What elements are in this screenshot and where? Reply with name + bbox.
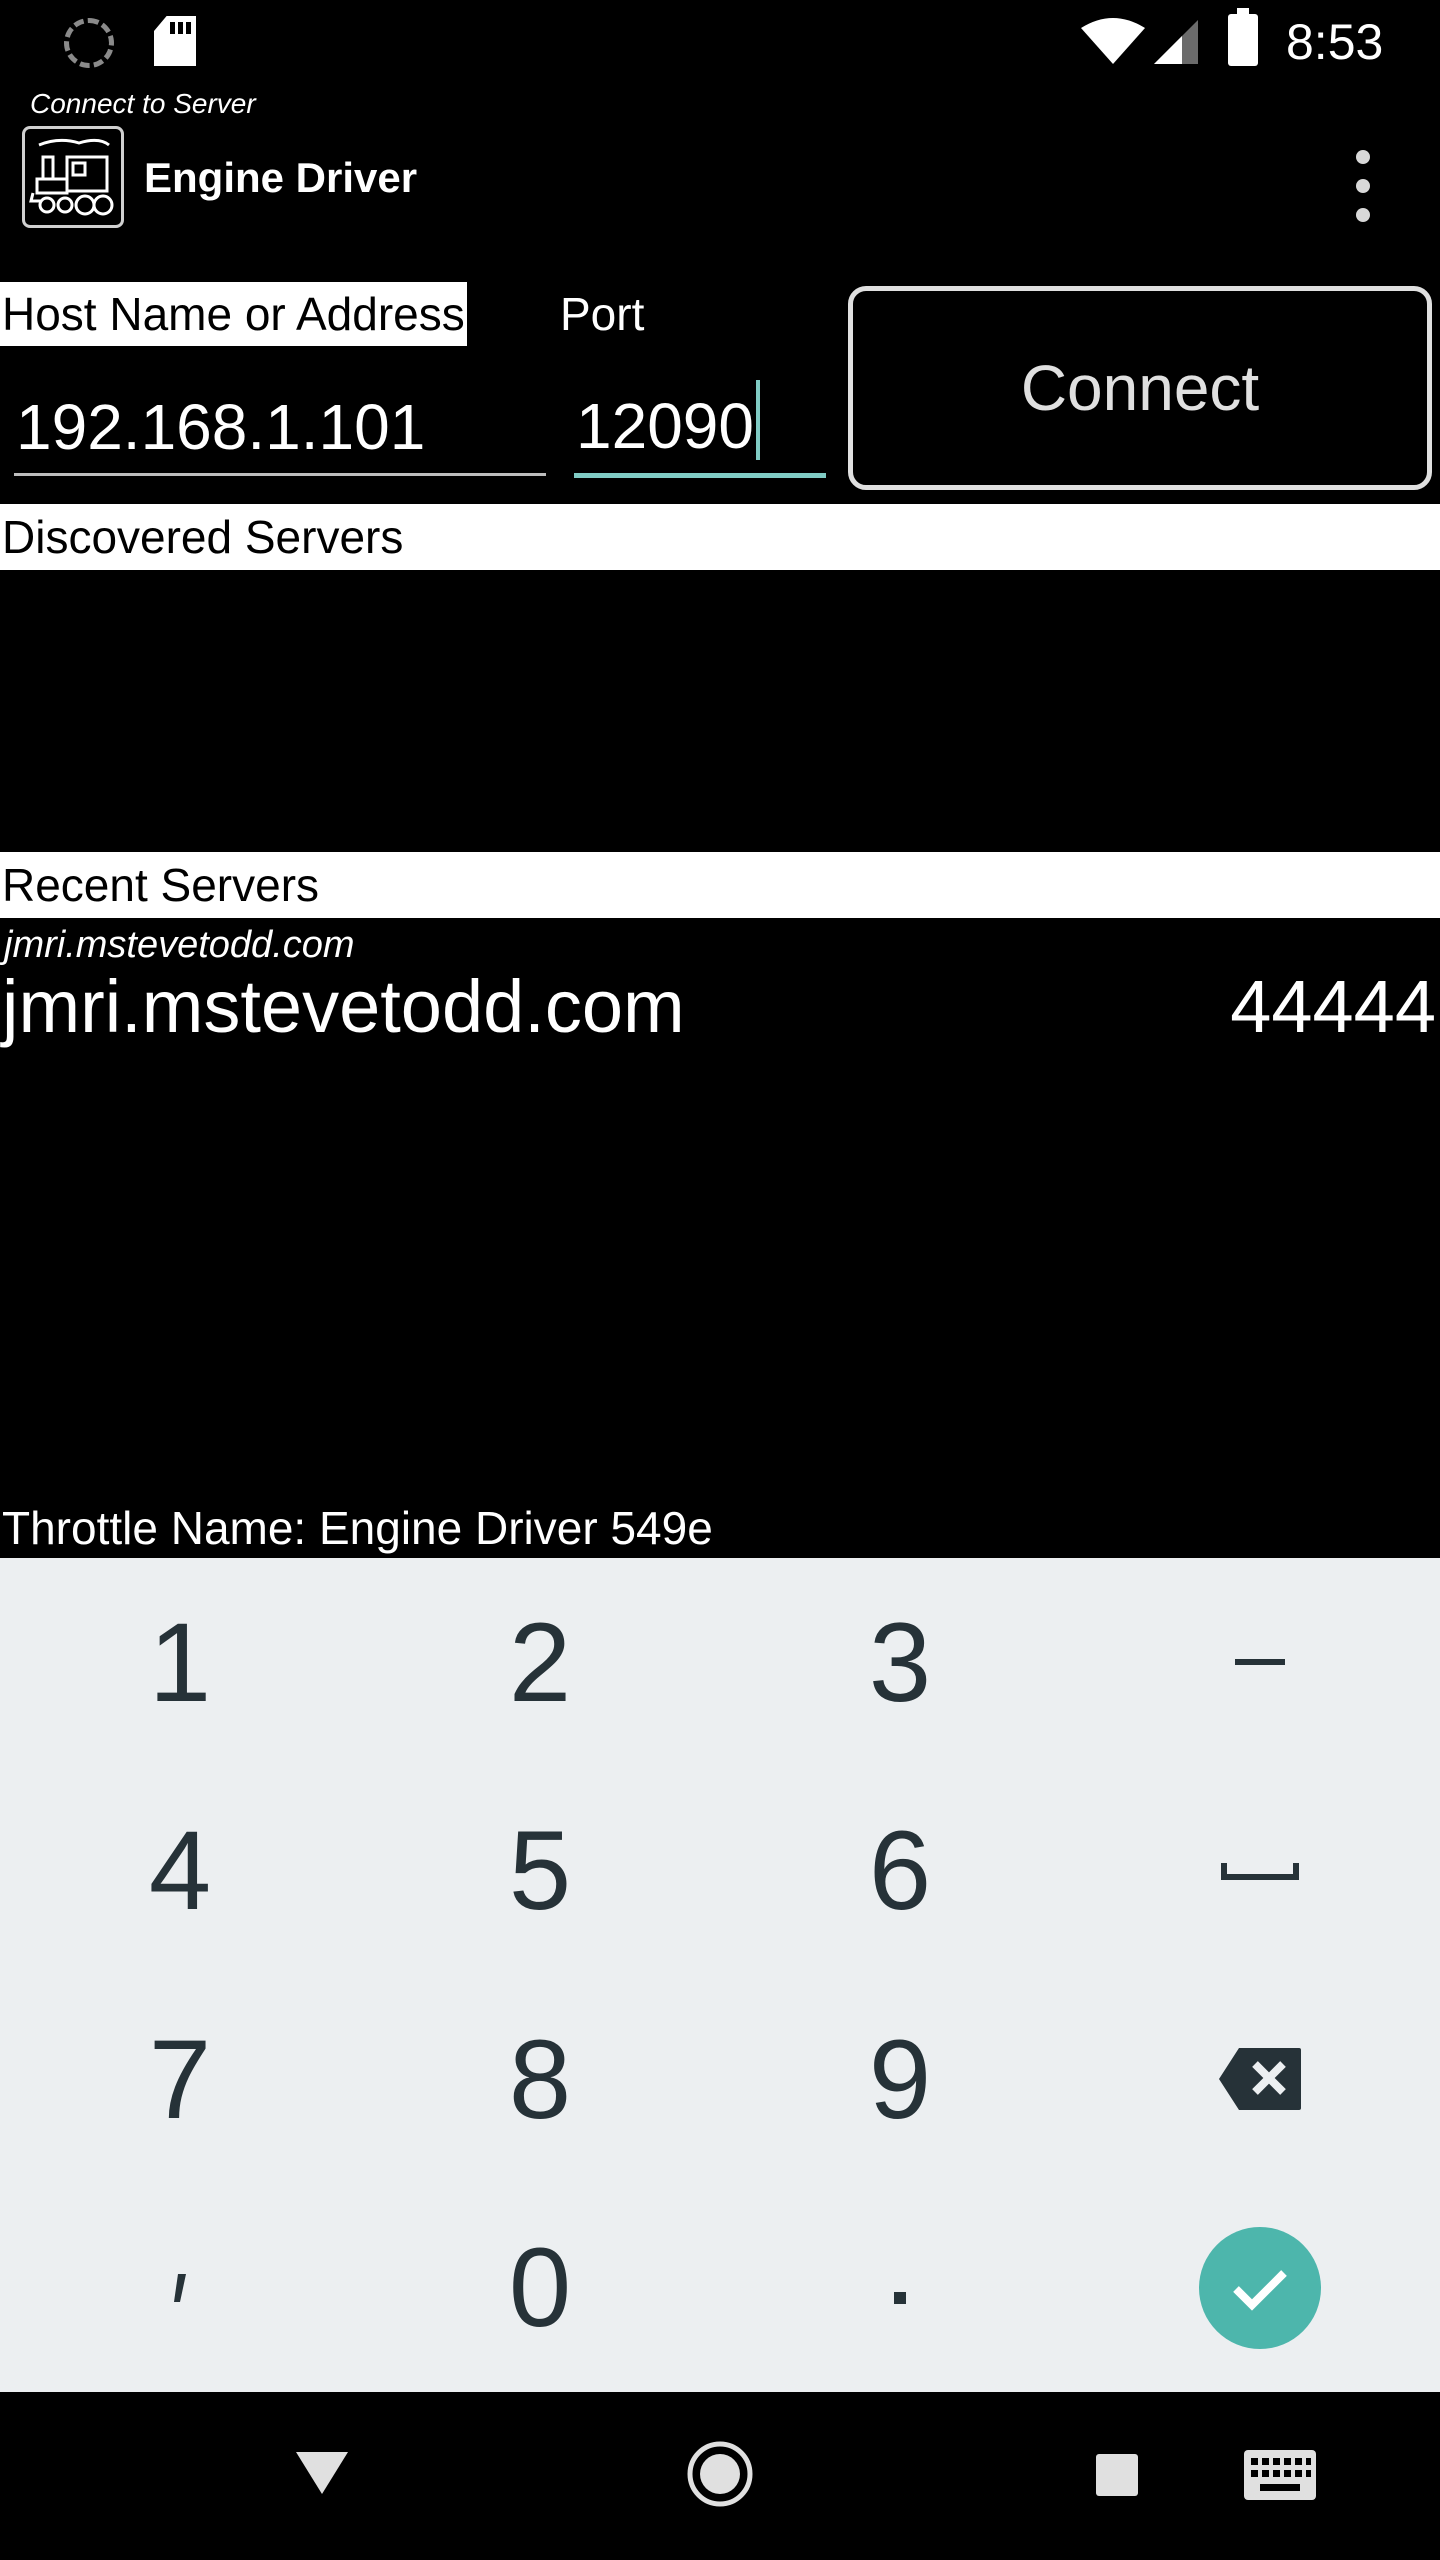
cell-signal-icon <box>1154 20 1198 64</box>
action-bar: Connect to Server Engine Driver <box>0 84 1440 234</box>
recent-server-port: 44444 <box>1230 965 1436 1048</box>
port-label: Port <box>560 288 645 340</box>
host-input[interactable] <box>14 380 546 476</box>
status-bar: 8:53 <box>0 0 1440 84</box>
numeric-keyboard: 1 2 3 4 5 6 7 8 9 0 <box>0 1558 1440 2392</box>
battery-icon <box>1228 8 1258 66</box>
port-input-value: 12090 <box>576 390 754 462</box>
back-icon[interactable] <box>294 2448 350 2498</box>
key-minus[interactable] <box>1080 1558 1440 1767</box>
key-4[interactable]: 4 <box>0 1767 360 1976</box>
key-0[interactable]: 0 <box>360 2184 720 2393</box>
keyboard-icon[interactable] <box>1244 2450 1316 2500</box>
action-bar-subtitle: Connect to Server <box>30 88 256 119</box>
more-vert-icon[interactable] <box>1340 150 1386 222</box>
port-input[interactable]: 12090 <box>574 380 826 478</box>
backspace-icon <box>1219 2048 1301 2111</box>
clock: 8:53 <box>1286 14 1384 70</box>
space-icon <box>1221 1862 1299 1880</box>
discovered-servers-header: Discovered Servers <box>0 504 1440 570</box>
sync-icon <box>64 18 114 68</box>
host-label: Host Name or Address <box>0 282 467 346</box>
app-title: Engine Driver <box>144 154 418 201</box>
app-logo-locomotive-icon <box>22 126 124 228</box>
recent-server-host: jmri.mstevetodd.com <box>2 965 685 1048</box>
key-1[interactable]: 1 <box>0 1558 360 1767</box>
connect-button[interactable]: Connect <box>848 286 1432 490</box>
key-done[interactable] <box>1080 2184 1440 2393</box>
navigation-bar <box>0 2392 1440 2560</box>
key-period[interactable] <box>720 2184 1080 2393</box>
key-6[interactable]: 6 <box>720 1767 1080 1976</box>
recent-server-item[interactable]: jmri.mstevetodd.com jmri.mstevetodd.com … <box>0 918 1440 1058</box>
text-caret <box>755 380 760 460</box>
recent-servers-header: Recent Servers <box>0 852 1440 918</box>
key-comma[interactable] <box>0 2184 360 2393</box>
key-9[interactable]: 9 <box>720 1975 1080 2184</box>
recents-icon[interactable] <box>1096 2454 1138 2496</box>
key-5[interactable]: 5 <box>360 1767 720 1976</box>
key-8[interactable]: 8 <box>360 1975 720 2184</box>
discovered-servers-list <box>0 570 1440 852</box>
wifi-icon <box>1081 18 1145 64</box>
key-3[interactable]: 3 <box>720 1558 1080 1767</box>
check-icon <box>1199 2226 1321 2349</box>
throttle-name: Throttle Name: Engine Driver 549e <box>2 1502 713 1554</box>
key-space[interactable] <box>1080 1767 1440 1976</box>
key-7[interactable]: 7 <box>0 1975 360 2184</box>
sd-card-icon <box>154 16 196 66</box>
key-2[interactable]: 2 <box>360 1558 720 1767</box>
home-icon[interactable] <box>686 2440 754 2508</box>
key-backspace[interactable] <box>1080 1975 1440 2184</box>
recent-server-name: jmri.mstevetodd.com <box>4 924 355 966</box>
